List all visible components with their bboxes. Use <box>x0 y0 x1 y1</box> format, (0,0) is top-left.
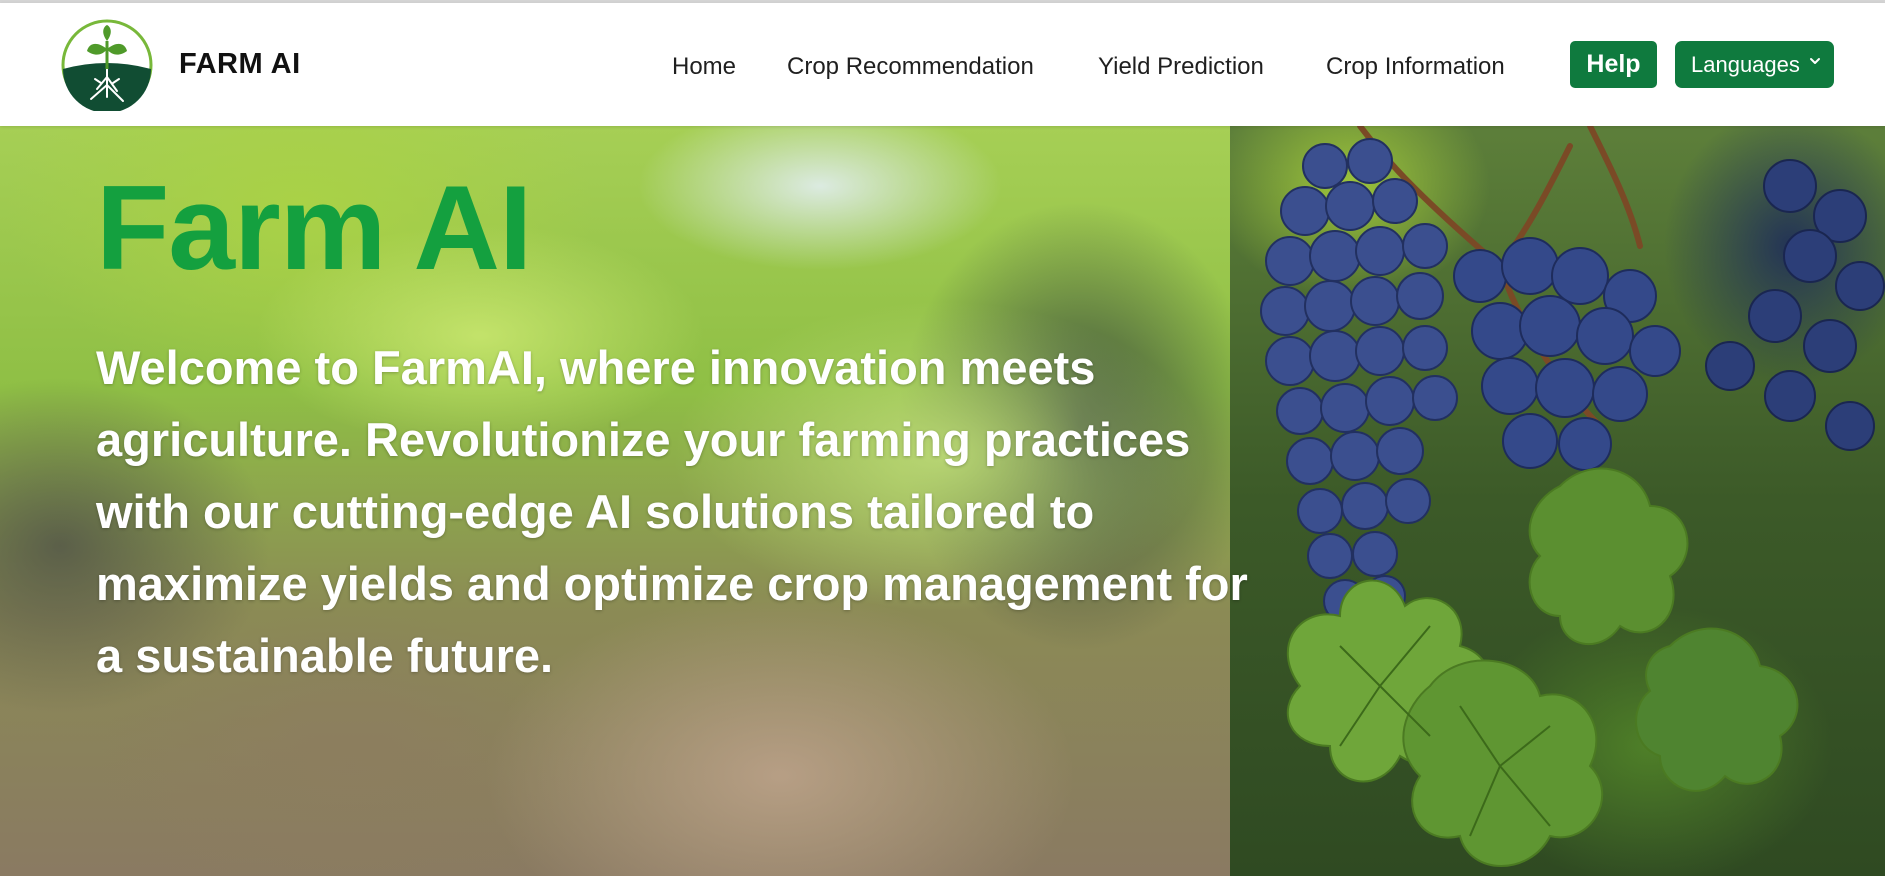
nav-crop-information[interactable]: Crop Information <box>1326 53 1505 81</box>
hero-section: Farm AI Welcome to FarmAI, where innovat… <box>0 126 1885 876</box>
top-navbar: FARM AI Home Crop Recommendation Yield P… <box>0 3 1885 126</box>
languages-label: Languages <box>1691 51 1800 77</box>
nav-crop-recommendation[interactable]: Crop Recommendation <box>787 53 1034 81</box>
chevron-down-icon <box>1810 58 1820 64</box>
brand-name[interactable]: FARM AI <box>179 48 301 81</box>
sprout-roots-logo-icon[interactable] <box>61 19 153 111</box>
grape-cluster-image <box>1260 126 1885 867</box>
hero-description: Welcome to FarmAI, where innovation meet… <box>96 341 1248 682</box>
help-button[interactable]: Help <box>1570 41 1657 88</box>
languages-dropdown[interactable]: Languages <box>1675 41 1834 88</box>
hero-title: Farm AI <box>96 161 532 295</box>
nav-yield-prediction[interactable]: Yield Prediction <box>1098 53 1264 81</box>
nav-home[interactable]: Home <box>672 53 736 81</box>
